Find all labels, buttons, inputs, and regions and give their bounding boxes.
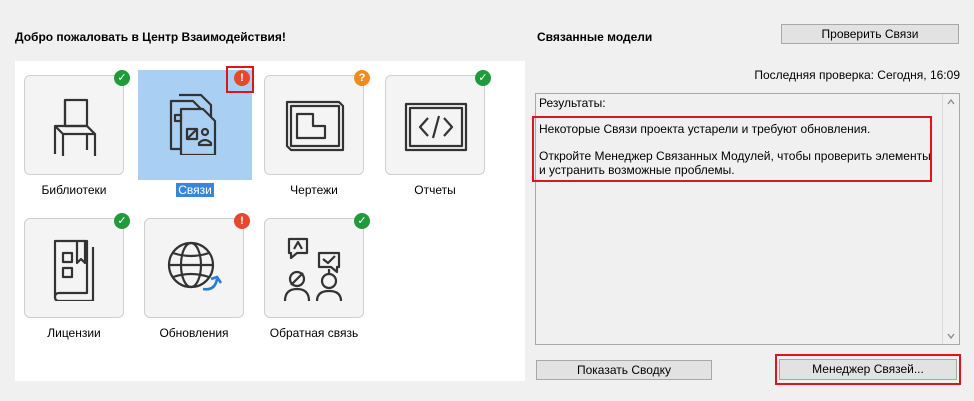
tile-updates[interactable] xyxy=(144,218,244,318)
code-report-icon xyxy=(404,102,468,152)
results-label: Результаты: xyxy=(539,96,606,110)
welcome-title: Добро пожаловать в Центр Взаимодействия! xyxy=(15,30,286,44)
status-ok-icon: ✓ xyxy=(114,213,130,229)
feedback-people-icon xyxy=(283,237,343,301)
tile-label-libraries: Библиотеки xyxy=(41,183,107,197)
tile-drawings[interactable] xyxy=(264,75,364,175)
status-ok-icon: ✓ xyxy=(354,213,370,229)
tile-libraries[interactable] xyxy=(24,75,124,175)
status-warning-icon: ? xyxy=(354,70,370,86)
links-alert-highlight xyxy=(226,66,254,93)
tile-reports[interactable] xyxy=(385,75,485,175)
tile-label-licenses: Лицензии xyxy=(47,326,101,340)
last-check-timestamp: Последняя проверка: Сегодня, 16:09 xyxy=(754,68,960,82)
status-ok-icon: ✓ xyxy=(475,70,491,86)
scroll-arrows-icon xyxy=(947,98,955,340)
tile-label-reports: Отчеты xyxy=(414,183,456,197)
linked-models-title: Связанные модели xyxy=(537,30,653,44)
drawing-sheet-icon xyxy=(285,100,345,152)
check-links-button[interactable]: Проверить Связи xyxy=(781,24,959,44)
tile-label-updates: Обновления xyxy=(159,326,229,340)
results-message-line2: Откройте Менеджер Связанных Модулей, что… xyxy=(539,149,931,177)
show-summary-button[interactable]: Показать Сводку xyxy=(536,360,712,380)
results-message-line1: Некоторые Связи проекта устарели и требу… xyxy=(539,122,871,136)
status-ok-icon: ✓ xyxy=(114,70,130,86)
tile-label-links: Связи xyxy=(176,183,214,197)
tile-label-feedback: Обратная связь xyxy=(269,326,359,340)
linked-documents-icon xyxy=(169,93,217,155)
results-scrollbar[interactable] xyxy=(942,94,959,344)
license-book-icon xyxy=(53,239,95,301)
tile-label-drawings: Чертежи xyxy=(290,183,338,197)
status-error-icon: ! xyxy=(234,213,250,229)
chair-icon xyxy=(53,98,97,156)
tile-feedback[interactable] xyxy=(264,218,364,318)
tile-licenses[interactable] xyxy=(24,218,124,318)
links-manager-button[interactable]: Менеджер Связей... xyxy=(779,359,957,380)
globe-update-icon xyxy=(167,241,223,291)
tiles-panel: ✓ Библиотеки ! Связи ? Чертежи ✓ Отчеты … xyxy=(15,61,525,381)
